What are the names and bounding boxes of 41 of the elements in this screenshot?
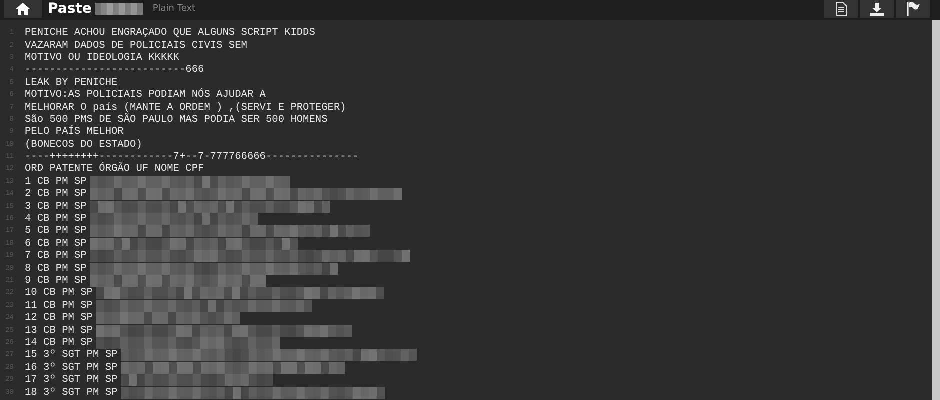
code-line: 11 CB PM SP bbox=[25, 300, 93, 312]
code-line: LEAK BY PENICHE bbox=[25, 76, 118, 89]
code-line: VAZARAM DADOS DE POLICIAIS CIVIS SEM bbox=[25, 40, 248, 52]
home-icon bbox=[16, 3, 30, 15]
home-button[interactable] bbox=[4, 0, 42, 18]
code-line: 14 CB PM SP bbox=[25, 336, 93, 349]
code-line: 18 3º SGT PM SP bbox=[25, 386, 118, 399]
code-line: ----++++++++------------7+--7-777766666--------------- bbox=[25, 151, 359, 164]
code-line: 12 CB PM SP bbox=[25, 312, 93, 324]
code-line: MELHORAR O país (MANTE A ORDEM ) ,(SERVI E PROTEGER) bbox=[25, 102, 346, 114]
code-line: (BONECOS DO ESTADO) bbox=[25, 138, 142, 151]
code-line: MOTIVO OU IDEOLOGIA KKKKK bbox=[25, 52, 180, 64]
code-line: 13 CB PM SP bbox=[25, 324, 93, 337]
code-line: ORD PATENTE ÓRGÃO UF NOME CPF bbox=[25, 163, 204, 176]
document-icon bbox=[836, 2, 846, 16]
raw-button[interactable] bbox=[824, 0, 858, 18]
download-button[interactable] bbox=[860, 0, 894, 18]
code-line: São 500 PMS DE SÃO PAULO MAS PODIA SER 500 HOMENS bbox=[25, 114, 328, 126]
syntax-label: Plain Text bbox=[152, 4, 196, 14]
code-line: MOTIVO:AS POLICIAIS PODIAM NÓS AJUDAR A bbox=[25, 89, 266, 102]
code-line: 15 3º SGT PM SP bbox=[25, 349, 118, 362]
code-line: PENICHE ACHOU ENGRAÇADO QUE ALGUNS SCRIPT KIDDS bbox=[25, 27, 316, 40]
code-line: 10 CB PM SP bbox=[25, 287, 93, 300]
code-line: 9 CB PM SP bbox=[25, 275, 87, 287]
scrollbar[interactable] bbox=[932, 20, 940, 400]
code-line: 7 CB PM SP bbox=[25, 250, 87, 262]
code-line: 8 CB PM SP bbox=[25, 262, 87, 275]
download-icon bbox=[870, 2, 884, 16]
code-line: 2 CB PM SP bbox=[25, 188, 87, 200]
flag-icon bbox=[906, 2, 920, 16]
code-line: 5 CB PM SP bbox=[25, 225, 87, 238]
code-line: --------------------------666 bbox=[25, 64, 204, 76]
report-button[interactable] bbox=[896, 0, 930, 18]
code-line: 16 3º SGT PM SP bbox=[25, 362, 118, 374]
code-line: PELO PAÍS MELHOR bbox=[25, 126, 124, 138]
paste-title: Paste bbox=[48, 1, 92, 17]
code-line: 1 CB PM SP bbox=[25, 176, 87, 188]
code-line: 6 CB PM SP bbox=[25, 238, 87, 250]
code-line: 4 CB PM SP bbox=[25, 213, 87, 226]
code-line: 17 3º SGT PM SP bbox=[25, 374, 118, 386]
code-line: 3 CB PM SP bbox=[25, 200, 87, 213]
